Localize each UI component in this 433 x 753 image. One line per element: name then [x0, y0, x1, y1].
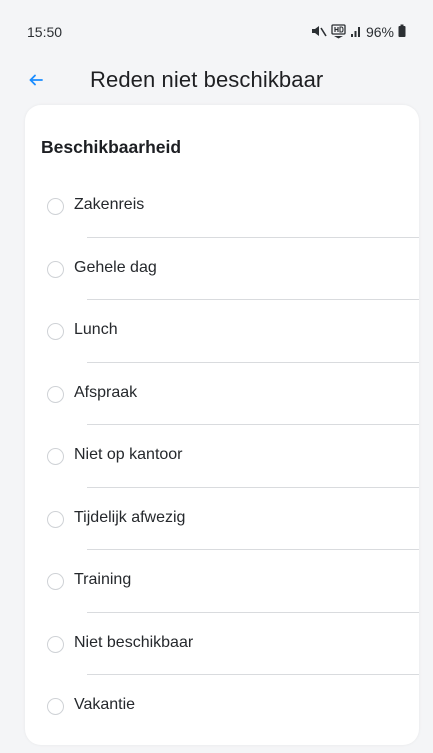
option-zakenreis[interactable]: Zakenreis — [25, 175, 419, 238]
option-tijdelijk-afwezig[interactable]: Tijdelijk afwezig — [25, 488, 419, 550]
radio-button[interactable] — [47, 260, 64, 278]
option-label: Training — [74, 571, 132, 588]
option-label: Lunch — [74, 321, 118, 338]
radio-button[interactable] — [47, 573, 64, 590]
option-niet-beschikbaar[interactable]: Niet beschikbaar — [25, 613, 419, 675]
status-icons: 96% — [310, 24, 406, 64]
status-time: 15:50 — [27, 24, 63, 40]
option-label: Gehele dag — [74, 258, 157, 276]
option-gehele-dag[interactable]: Gehele dag — [25, 238, 419, 300]
radio-button[interactable] — [47, 510, 64, 528]
option-label: Vakantie — [74, 696, 136, 713]
radio-button[interactable] — [47, 385, 64, 403]
option-afspraak[interactable]: Afspraak — [25, 363, 419, 425]
back-button[interactable] — [22, 68, 50, 96]
option-niet-op-kantoor[interactable]: Niet op kantoor — [25, 425, 419, 488]
radio-button[interactable] — [47, 198, 64, 215]
option-label: Niet op kantoor — [74, 446, 183, 463]
battery-icon — [398, 24, 406, 39]
radio-button[interactable] — [47, 698, 64, 715]
page-title: Reden niet beschikbaar — [90, 67, 324, 92]
option-training[interactable]: Training — [25, 550, 419, 613]
app-header: Reden niet beschikbaar — [0, 62, 433, 102]
back-arrow-icon — [29, 73, 43, 91]
section-title: Beschikbaarheid — [41, 137, 182, 157]
mute-icon — [310, 24, 327, 39]
radio-button[interactable] — [47, 635, 64, 653]
hd-voice-icon — [331, 24, 346, 39]
option-label: Zakenreis — [74, 196, 145, 213]
battery-level: 96% — [365, 24, 394, 40]
availability-card: Beschikbaarheid Zakenreis Gehele dag Lun… — [25, 105, 419, 745]
availability-options: Zakenreis Gehele dag Lunch Afspraak Niet… — [25, 175, 419, 738]
option-lunch[interactable]: Lunch — [25, 300, 419, 363]
status-bar: 15:50 96% — [0, 0, 433, 64]
radio-button[interactable] — [47, 323, 64, 340]
option-label: Afspraak — [74, 383, 138, 401]
option-label: Tijdelijk afwezig — [74, 508, 186, 526]
option-label: Niet beschikbaar — [74, 633, 194, 651]
option-vakantie[interactable]: Vakantie — [25, 675, 419, 738]
radio-button[interactable] — [47, 448, 64, 465]
signal-icon — [350, 24, 362, 39]
